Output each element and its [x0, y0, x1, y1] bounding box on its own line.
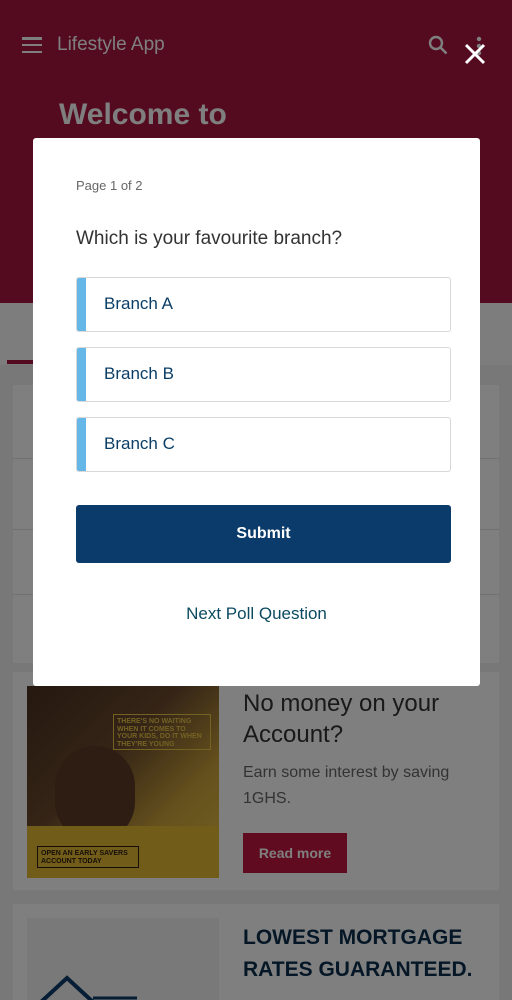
poll-option-branch-b[interactable]: Branch B [76, 347, 451, 402]
option-accent-bar [77, 418, 86, 471]
poll-option-branch-a[interactable]: Branch A [76, 277, 451, 332]
option-label: Branch B [104, 364, 174, 383]
poll-modal: Page 1 of 2 Which is your favourite bran… [33, 138, 480, 686]
option-label: Branch C [104, 434, 175, 453]
option-label: Branch A [104, 294, 173, 313]
page-indicator: Page 1 of 2 [76, 178, 143, 193]
close-icon[interactable] [462, 41, 488, 67]
next-poll-question-link[interactable]: Next Poll Question [33, 604, 480, 624]
poll-option-branch-c[interactable]: Branch C [76, 417, 451, 472]
option-accent-bar [77, 278, 86, 331]
submit-button[interactable]: Submit [76, 505, 451, 563]
option-accent-bar [77, 348, 86, 401]
poll-question: Which is your favourite branch? [76, 228, 343, 249]
